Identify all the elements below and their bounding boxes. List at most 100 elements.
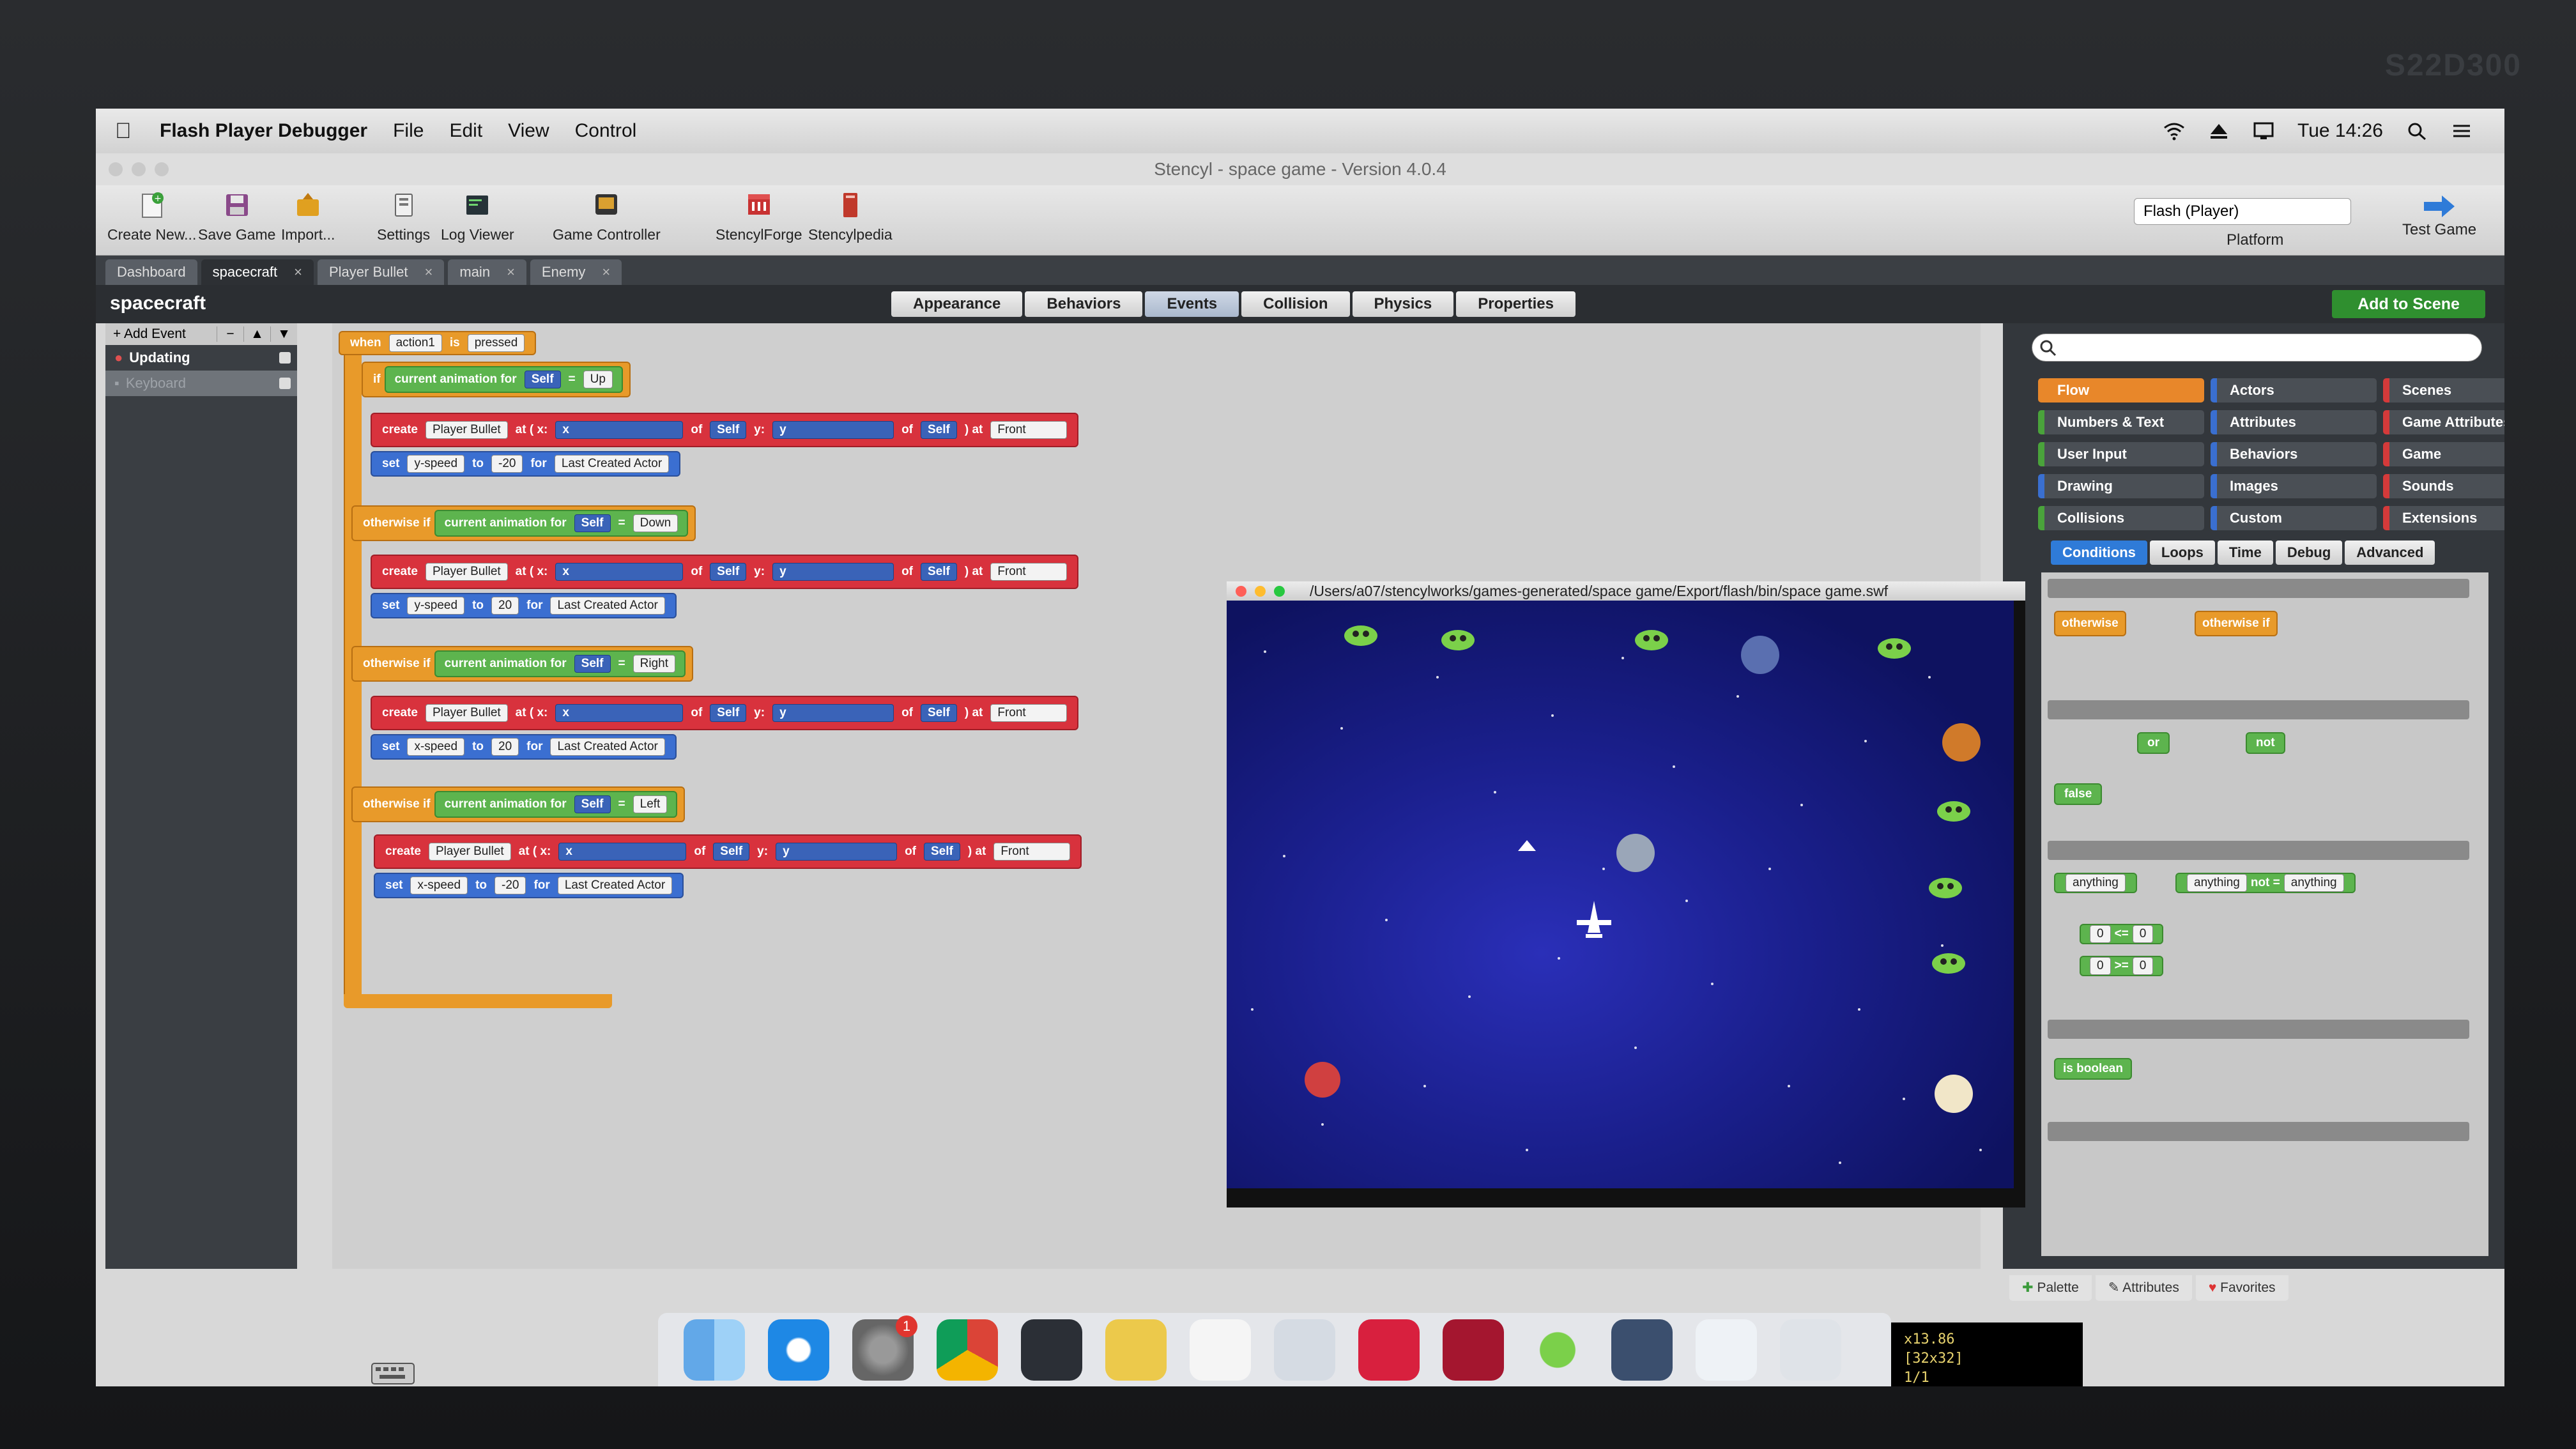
- animation-dropdown[interactable]: Right: [632, 655, 675, 673]
- category-user-input[interactable]: User Input: [2038, 442, 2204, 466]
- import-button[interactable]: Import...: [281, 190, 335, 243]
- palette-or-block[interactable]: or: [2137, 732, 2170, 754]
- finder-icon[interactable]: [684, 1319, 745, 1381]
- flash-game-window[interactable]: /Users/a07/stencylworks/games-generated/…: [1227, 581, 2025, 1208]
- self-dropdown[interactable]: Self: [710, 563, 747, 581]
- save-game-button[interactable]: Save Game: [198, 190, 275, 243]
- category-scenes[interactable]: Scenes: [2383, 378, 2504, 402]
- safari-icon[interactable]: [768, 1319, 829, 1381]
- tab-events[interactable]: Events: [1145, 291, 1239, 317]
- category-collisions[interactable]: Collisions: [2038, 506, 2204, 530]
- speed-value-field[interactable]: -20: [491, 455, 523, 473]
- keyboard-icon[interactable]: [371, 1361, 415, 1386]
- self-dropdown[interactable]: Self: [574, 514, 611, 532]
- palette-block-list[interactable]: otherwise otherwise if or not false anyt…: [2041, 572, 2488, 1256]
- self-dropdown[interactable]: Self: [921, 563, 957, 581]
- game-controller-button[interactable]: Game Controller: [553, 190, 661, 243]
- otherwise-if-block[interactable]: otherwise if current animation for Self …: [351, 786, 686, 822]
- create-actor-block[interactable]: create Player Bullet at ( x: x of Self y…: [374, 834, 1082, 869]
- tab-behaviors[interactable]: Behaviors: [1025, 291, 1143, 317]
- minimize-window-icon[interactable]: [1255, 586, 1266, 597]
- menubar-clock[interactable]: Tue 14:26: [2297, 120, 2383, 142]
- self-dropdown[interactable]: Self: [710, 421, 747, 439]
- animation-dropdown[interactable]: Up: [583, 371, 613, 388]
- event-updating[interactable]: ● Updating: [105, 345, 297, 371]
- speed-value-field[interactable]: 20: [491, 738, 519, 756]
- close-window-icon[interactable]: [109, 162, 123, 176]
- equals-condition[interactable]: current animation for Self = Left: [434, 791, 678, 818]
- stencylpedia-button[interactable]: Stencylpedia: [808, 190, 893, 243]
- tab-collision[interactable]: Collision: [1241, 291, 1350, 317]
- menu-control[interactable]: Control: [575, 120, 637, 142]
- x-getter[interactable]: x: [555, 563, 684, 581]
- terminal-icon[interactable]: [1021, 1319, 1082, 1381]
- tab-player-bullet[interactable]: Player Bullet ×: [318, 259, 445, 285]
- menu-view[interactable]: View: [508, 120, 549, 142]
- category-actors[interactable]: Actors: [2211, 378, 2377, 402]
- key-state-dropdown[interactable]: pressed: [467, 334, 525, 352]
- close-tab-icon[interactable]: ×: [425, 259, 433, 285]
- target-actor-dropdown[interactable]: Last Created Actor: [550, 597, 665, 615]
- speed-property-dropdown[interactable]: x-speed: [410, 877, 468, 894]
- category-attributes[interactable]: Attributes: [2211, 410, 2377, 434]
- category-sounds[interactable]: Sounds: [2383, 474, 2504, 498]
- palette-otherwise-if-block[interactable]: otherwise if: [2195, 611, 2278, 636]
- speed-value-field[interactable]: 20: [491, 597, 519, 615]
- tab-physics[interactable]: Physics: [1352, 291, 1454, 317]
- stencyl-icon[interactable]: [1358, 1319, 1420, 1381]
- actor-type-dropdown[interactable]: Player Bullet: [429, 843, 511, 861]
- actor-type-dropdown[interactable]: Player Bullet: [425, 704, 508, 722]
- zoom-window-icon[interactable]: [1274, 586, 1285, 597]
- self-dropdown[interactable]: Self: [524, 371, 561, 388]
- x-getter[interactable]: x: [555, 421, 684, 439]
- when-key-block[interactable]: when action1 is pressed: [339, 331, 537, 355]
- tab-appearance[interactable]: Appearance: [891, 291, 1023, 317]
- speed-property-dropdown[interactable]: y-speed: [407, 455, 465, 473]
- target-actor-dropdown[interactable]: Last Created Actor: [554, 455, 670, 473]
- y-getter[interactable]: y: [772, 563, 894, 581]
- log-viewer-button[interactable]: Log Viewer: [441, 190, 514, 243]
- speed-property-dropdown[interactable]: y-speed: [407, 597, 465, 615]
- event-keyboard[interactable]: ▪ Keyboard: [105, 371, 297, 396]
- y-getter[interactable]: y: [776, 843, 898, 861]
- category-behaviors[interactable]: Behaviors: [2211, 442, 2377, 466]
- flash-player-icon[interactable]: [1443, 1319, 1504, 1381]
- self-dropdown[interactable]: Self: [921, 704, 957, 722]
- preview-icon[interactable]: [1274, 1319, 1335, 1381]
- category-game[interactable]: Game: [2383, 442, 2504, 466]
- self-dropdown[interactable]: Self: [574, 655, 611, 673]
- set-speed-block[interactable]: set x-speed to -20 for Last Created Acto…: [374, 873, 684, 898]
- animation-dropdown[interactable]: Down: [632, 514, 678, 532]
- app-menu[interactable]: Flash Player Debugger: [160, 120, 367, 142]
- trash-dock-icon[interactable]: [1780, 1319, 1841, 1381]
- tab-favorites[interactable]: ♥ Favorites: [2195, 1275, 2288, 1301]
- close-tab-icon[interactable]: ×: [602, 259, 610, 285]
- palette-not-block[interactable]: not: [2246, 732, 2285, 754]
- eject-icon[interactable]: [2208, 121, 2230, 141]
- create-actor-block[interactable]: create Player Bullet at ( x: x of Self y…: [371, 555, 1079, 589]
- otherwise-if-block[interactable]: otherwise if current animation for Self …: [351, 505, 696, 541]
- tab-attributes[interactable]: ✎ Attributes: [2095, 1275, 2192, 1301]
- palette-otherwise-block[interactable]: otherwise: [2054, 611, 2126, 636]
- settings-button[interactable]: Settings: [377, 190, 430, 243]
- target-actor-dropdown[interactable]: Last Created Actor: [557, 877, 673, 894]
- sublime-text-icon[interactable]: [1105, 1319, 1167, 1381]
- self-dropdown[interactable]: Self: [713, 843, 750, 861]
- category-images[interactable]: Images: [2211, 474, 2377, 498]
- palette-lte-block[interactable]: 0 <= 0: [2080, 924, 2164, 944]
- palette-false-block[interactable]: false: [2054, 783, 2103, 805]
- apple-icon[interactable]: : [115, 118, 141, 144]
- tab-spacecraft[interactable]: spacecraft ×: [201, 259, 314, 285]
- self-dropdown[interactable]: Self: [710, 704, 747, 722]
- add-event-button[interactable]: + Add Event: [105, 326, 217, 342]
- category-custom[interactable]: Custom: [2211, 506, 2377, 530]
- wifi-icon[interactable]: [2163, 121, 2185, 141]
- layer-dropdown[interactable]: Front: [990, 563, 1068, 581]
- equals-condition[interactable]: current animation for Self = Right: [434, 650, 686, 677]
- downloads-icon[interactable]: [1696, 1319, 1757, 1381]
- event-enabled-checkbox[interactable]: [279, 352, 291, 364]
- spotlight-icon[interactable]: [2406, 121, 2428, 141]
- tab-properties[interactable]: Properties: [1456, 291, 1575, 317]
- layer-dropdown[interactable]: Front: [993, 843, 1071, 861]
- folder-stack-icon[interactable]: [1611, 1319, 1673, 1381]
